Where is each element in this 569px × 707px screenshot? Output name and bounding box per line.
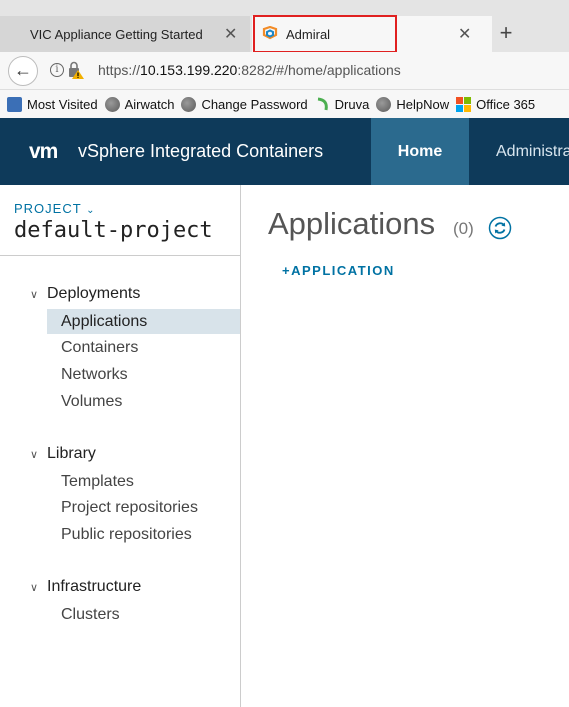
sidebar-item-clusters[interactable]: Clusters — [47, 602, 240, 627]
bookmark-label: Airwatch — [124, 96, 175, 112]
sidebar-item-applications[interactable]: Applications — [47, 309, 240, 334]
bookmark-label: Office 365 — [476, 96, 536, 112]
sidebar-item-containers[interactable]: Containers — [47, 335, 240, 360]
app-header: vm vSphere Integrated Containers Home Ad… — [0, 118, 569, 185]
bookmark-most-visited[interactable]: Most Visited — [7, 96, 98, 112]
page-title: Applications — [268, 206, 436, 241]
section-title: Deployments — [47, 285, 141, 302]
insecure-lock-icon[interactable] — [68, 61, 84, 79]
close-icon[interactable]: ✕ — [224, 24, 237, 44]
chevron-down-icon: ∨ — [30, 582, 39, 594]
sidebar: PROJECT ⌄ default-project ∨ Deployments A… — [0, 185, 241, 707]
bookmark-airwatch[interactable]: Airwatch — [104, 96, 175, 112]
bookmark-label: HelpNow — [396, 96, 450, 112]
refresh-icon[interactable] — [488, 216, 512, 240]
add-application-label: APPLICATION — [291, 263, 395, 278]
globe-icon — [104, 96, 120, 112]
bookmark-office-365[interactable]: Office 365 — [456, 96, 536, 112]
section-title: Infrastructure — [47, 578, 142, 595]
url-host: 10.153.199.220 — [140, 62, 238, 78]
sidebar-item-templates[interactable]: Templates — [47, 469, 240, 494]
globe-icon — [181, 96, 197, 112]
section-title: Library — [47, 445, 96, 462]
project-selector[interactable]: PROJECT ⌄ — [14, 201, 95, 216]
bookmark-folder-icon — [7, 96, 22, 112]
druva-icon — [317, 97, 328, 110]
chevron-down-icon: ⌄ — [86, 205, 96, 216]
nav-home-tab[interactable]: Home — [371, 118, 469, 185]
bookmark-druva[interactable]: Druva — [315, 96, 370, 112]
item-count: (0) — [453, 219, 474, 238]
section-infrastructure[interactable]: ∨ Infrastructure — [30, 578, 141, 596]
section-library[interactable]: ∨ Library — [30, 445, 96, 463]
sidebar-item-networks[interactable]: Networks — [47, 362, 240, 387]
tab-highlight-box — [253, 15, 397, 53]
url-bar: ← i https://10.153.199.220:8282/#/home/a… — [0, 52, 569, 90]
bookmarks-bar: Most Visited Airwatch Change Password Dr… — [0, 90, 569, 118]
sidebar-item-volumes[interactable]: Volumes — [47, 389, 240, 414]
close-icon[interactable]: ✕ — [458, 24, 471, 44]
globe-icon — [376, 96, 392, 112]
plus-icon: + — [282, 263, 292, 278]
project-name: default-project — [14, 218, 213, 243]
bookmark-helpnow[interactable]: HelpNow — [376, 96, 450, 112]
section-deployments[interactable]: ∨ Deployments — [30, 285, 140, 303]
sidebar-item-public-repositories[interactable]: Public repositories — [47, 522, 240, 547]
bookmark-change-password[interactable]: Change Password — [181, 96, 308, 112]
bookmark-label: Most Visited — [27, 96, 98, 112]
project-label: PROJECT — [14, 201, 82, 216]
chevron-down-icon: ∨ — [30, 289, 39, 301]
divider — [0, 255, 240, 256]
back-arrow-icon[interactable]: ← — [8, 56, 38, 86]
bookmark-label: Druva — [334, 96, 370, 112]
url-path: :8282/#/home/applications — [237, 62, 401, 78]
tab-label: VIC Appliance Getting Started — [30, 26, 203, 42]
bookmark-label: Change Password — [201, 96, 308, 112]
sidebar-item-project-repositories[interactable]: Project repositories — [47, 495, 240, 520]
url-scheme: https:// — [98, 62, 141, 78]
add-application-button[interactable]: +APPLICATION — [282, 263, 395, 278]
new-tab-plus-icon[interactable]: + — [494, 20, 518, 46]
app-title: vSphere Integrated Containers — [78, 141, 324, 161]
vm-logo: vm — [29, 140, 58, 163]
url-field[interactable]: https://10.153.199.220:8282/#/home/appli… — [98, 62, 401, 78]
tab-vic-appliance[interactable]: VIC Appliance Getting Started ✕ — [0, 16, 250, 52]
nav-administration-tab[interactable]: Administration — [496, 118, 569, 185]
chevron-down-icon: ∨ — [30, 449, 39, 461]
microsoft-icon — [456, 96, 472, 112]
info-icon[interactable]: i — [50, 63, 64, 77]
